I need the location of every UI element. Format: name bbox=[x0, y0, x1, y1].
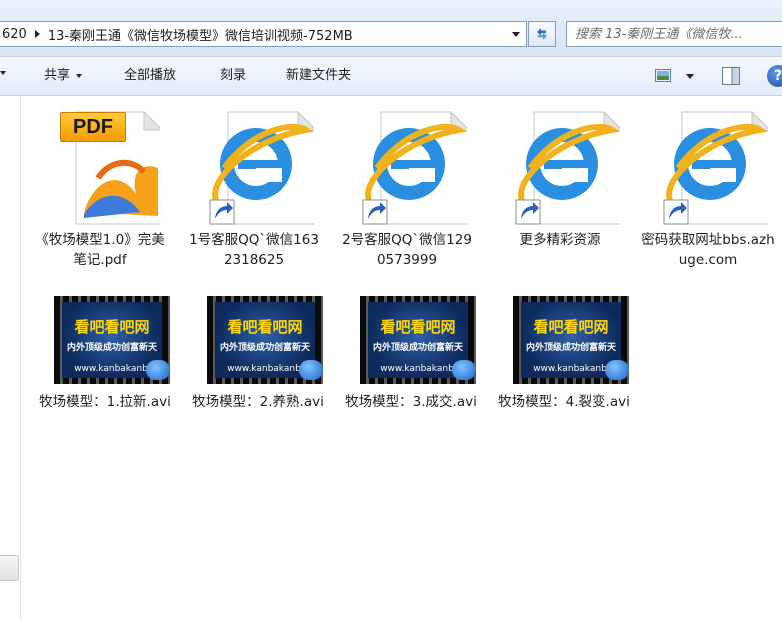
video-thumbnail: 看吧看吧网 内外顶级成功创富新天 www.kanbakanb bbox=[351, 294, 476, 390]
search-box[interactable] bbox=[566, 21, 782, 47]
video-thumbnail: 看吧看吧网 内外顶级成功创富新天 www.kanbakanb bbox=[504, 294, 629, 390]
thumb-title: 看吧看吧网 bbox=[227, 318, 303, 336]
thumb-title: 看吧看吧网 bbox=[74, 318, 150, 336]
command-bar: 共享 全部播放 刻录 新建文件夹 ? bbox=[0, 57, 782, 96]
address-history-dropdown[interactable] bbox=[506, 22, 526, 46]
file-item[interactable]: 密码获取网址bbs.azhuge.com bbox=[633, 108, 782, 270]
media-play-icon bbox=[452, 360, 476, 380]
internet-shortcut-icon bbox=[347, 108, 467, 228]
media-play-icon bbox=[605, 360, 629, 380]
internet-shortcut-icon bbox=[648, 108, 768, 228]
thumb-subtitle: 内外顶级成功创富新天 bbox=[525, 343, 616, 353]
pdf-file-icon: PDF bbox=[40, 108, 160, 228]
breadcrumb-separator-icon[interactable] bbox=[34, 30, 40, 38]
preview-pane-icon[interactable] bbox=[722, 67, 740, 85]
breadcrumb-current[interactable]: 13-秦刚王通《微信牧场模型》微信培训视频-752MB bbox=[48, 25, 353, 44]
file-name: 牧场模型：2.养熟.avi bbox=[192, 394, 324, 410]
thumb-url: www.kanbakanb bbox=[380, 364, 454, 374]
view-options-chevron-icon[interactable] bbox=[686, 74, 694, 79]
file-name: 2号客服QQ`微信1290573999 bbox=[342, 232, 472, 268]
share-label: 共享 bbox=[44, 68, 71, 83]
thumb-url: www.kanbakanb bbox=[74, 364, 148, 374]
internet-shortcut-icon bbox=[194, 108, 314, 228]
file-item[interactable]: 2号客服QQ`微信1290573999 bbox=[332, 108, 482, 270]
file-list: PDF 《牧场模型1.0》完美笔记.pdf 1号客服QQ`微信163231862… bbox=[21, 96, 782, 620]
file-name: 牧场模型：4.裂变.avi bbox=[498, 394, 630, 410]
breadcrumb-prev[interactable]: 620 bbox=[0, 27, 27, 42]
nav-scrollbar-thumb[interactable] bbox=[0, 555, 19, 581]
file-item[interactable]: 1号客服QQ`微信1632318625 bbox=[179, 108, 329, 270]
chevron-down-icon bbox=[512, 31, 520, 37]
organize-dropdown-icon[interactable] bbox=[0, 71, 6, 75]
video-thumbnail: 看吧看吧网 内外顶级成功创富新天 www.kanbakanb bbox=[198, 294, 323, 390]
play-all-label: 全部播放 bbox=[124, 68, 177, 83]
new-folder-button[interactable]: 新建文件夹 bbox=[286, 57, 351, 95]
file-name: 牧场模型：3.成交.avi bbox=[345, 394, 477, 410]
file-item[interactable]: 看吧看吧网 内外顶级成功创富新天 www.kanbakanb 牧场模型：2.养熟… bbox=[183, 294, 333, 412]
media-play-icon bbox=[146, 360, 170, 380]
media-play-icon bbox=[299, 360, 323, 380]
file-name: 《牧场模型1.0》完美笔记.pdf bbox=[35, 232, 165, 268]
address-row: 620 13-秦刚王通《微信牧场模型》微信培训视频-752MB bbox=[0, 0, 782, 57]
navigation-pane bbox=[0, 96, 21, 620]
refresh-icon bbox=[537, 28, 547, 40]
help-icon[interactable]: ? bbox=[767, 65, 782, 87]
file-item[interactable]: 看吧看吧网 内外顶级成功创富新天 www.kanbakanb 牧场模型：3.成交… bbox=[336, 294, 486, 412]
burn-button[interactable]: 刻录 bbox=[220, 57, 246, 95]
search-input[interactable] bbox=[573, 25, 777, 43]
thumb-subtitle: 内外顶级成功创富新天 bbox=[66, 343, 157, 353]
new-folder-label: 新建文件夹 bbox=[286, 68, 352, 83]
video-thumbnail: 看吧看吧网 内外顶级成功创富新天 www.kanbakanb bbox=[45, 294, 170, 390]
thumb-title: 看吧看吧网 bbox=[380, 318, 456, 336]
share-button[interactable]: 共享 bbox=[44, 57, 83, 95]
pdf-badge: PDF bbox=[60, 112, 126, 142]
file-item[interactable]: 看吧看吧网 内外顶级成功创富新天 www.kanbakanb 牧场模型：1.拉新… bbox=[30, 294, 180, 412]
change-view-icon[interactable] bbox=[655, 69, 671, 82]
refresh-button[interactable] bbox=[528, 21, 556, 47]
file-name: 更多精彩资源 bbox=[519, 232, 601, 248]
file-item[interactable]: 更多精彩资源 bbox=[485, 108, 635, 250]
internet-shortcut-icon bbox=[500, 108, 620, 228]
file-item[interactable]: PDF 《牧场模型1.0》完美笔记.pdf bbox=[25, 108, 175, 270]
thumb-subtitle: 内外顶级成功创富新天 bbox=[372, 343, 463, 353]
thumb-subtitle: 内外顶级成功创富新天 bbox=[219, 343, 310, 353]
burn-label: 刻录 bbox=[220, 68, 247, 83]
thumb-title: 看吧看吧网 bbox=[533, 318, 609, 336]
file-name: 密码获取网址bbs.azhuge.com bbox=[641, 232, 775, 268]
address-bar[interactable]: 620 13-秦刚王通《微信牧场模型》微信培训视频-752MB bbox=[0, 21, 527, 47]
file-item[interactable]: 看吧看吧网 内外顶级成功创富新天 www.kanbakanb 牧场模型：4.裂变… bbox=[489, 294, 639, 412]
file-name: 牧场模型：1.拉新.avi bbox=[39, 394, 171, 410]
thumb-url: www.kanbakanb bbox=[533, 364, 607, 374]
file-name: 1号客服QQ`微信1632318625 bbox=[189, 232, 319, 268]
play-all-button[interactable]: 全部播放 bbox=[124, 57, 176, 95]
chevron-down-icon bbox=[76, 73, 83, 78]
thumb-url: www.kanbakanb bbox=[227, 364, 301, 374]
